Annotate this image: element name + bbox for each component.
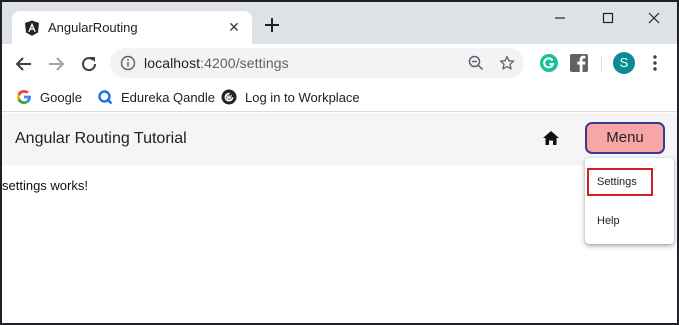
app-navbar: Angular Routing Tutorial Menu bbox=[2, 113, 677, 165]
new-tab-icon[interactable] bbox=[263, 16, 281, 34]
url-text: localhost:4200/settings bbox=[144, 55, 289, 71]
router-outlet-content: settings works! bbox=[2, 178, 88, 193]
zoom-out-icon[interactable] bbox=[468, 55, 484, 71]
bookmark-label: Google bbox=[40, 89, 82, 105]
bookmark-google[interactable]: Google bbox=[16, 88, 82, 106]
tab-strip: AngularRouting ✕ bbox=[2, 2, 677, 44]
google-icon bbox=[17, 90, 31, 104]
close-window-icon[interactable] bbox=[639, 8, 669, 28]
reload-icon[interactable] bbox=[80, 55, 98, 73]
grammarly-icon[interactable] bbox=[539, 53, 559, 73]
more-options-icon[interactable] bbox=[645, 53, 665, 73]
menu-item-help[interactable]: Help bbox=[597, 215, 620, 227]
app-title: Angular Routing Tutorial bbox=[15, 130, 187, 147]
angular-icon bbox=[25, 20, 39, 36]
browser-tab[interactable]: AngularRouting ✕ bbox=[12, 11, 252, 44]
maximize-icon[interactable] bbox=[593, 8, 623, 28]
toolbar-divider bbox=[601, 55, 602, 71]
bookmarks-bar: Google Edureka Qandle Log in to Workplac… bbox=[2, 82, 677, 112]
browser-window: AngularRouting ✕ localhost:4200/settings… bbox=[0, 0, 679, 325]
menu-item-settings[interactable]: Settings bbox=[597, 176, 637, 188]
back-arrow-icon[interactable] bbox=[15, 55, 33, 73]
bookmark-star-icon[interactable] bbox=[499, 55, 515, 71]
workplace-icon bbox=[221, 89, 237, 105]
bookmark-edureka-qandle[interactable]: Edureka Qandle bbox=[97, 88, 215, 106]
bookmark-label: Edureka Qandle bbox=[121, 89, 215, 105]
home-icon[interactable] bbox=[542, 130, 560, 146]
minimize-icon[interactable] bbox=[545, 8, 575, 28]
browser-toolbar: localhost:4200/settings S bbox=[2, 44, 677, 82]
tab-title: AngularRouting bbox=[48, 20, 138, 35]
facebook-icon[interactable] bbox=[569, 53, 589, 73]
bookmark-workplace[interactable]: Log in to Workplace bbox=[221, 88, 360, 106]
menu-button[interactable]: Menu bbox=[585, 122, 665, 154]
bookmark-label: Log in to Workplace bbox=[245, 89, 360, 105]
qandle-icon bbox=[98, 90, 113, 105]
profile-avatar[interactable]: S bbox=[613, 52, 635, 74]
close-tab-icon[interactable]: ✕ bbox=[226, 19, 242, 35]
menu-dropdown: Settings Help bbox=[585, 158, 674, 244]
address-bar[interactable]: localhost:4200/settings bbox=[110, 48, 524, 78]
forward-arrow-icon[interactable] bbox=[47, 55, 65, 73]
info-icon[interactable] bbox=[120, 55, 136, 71]
